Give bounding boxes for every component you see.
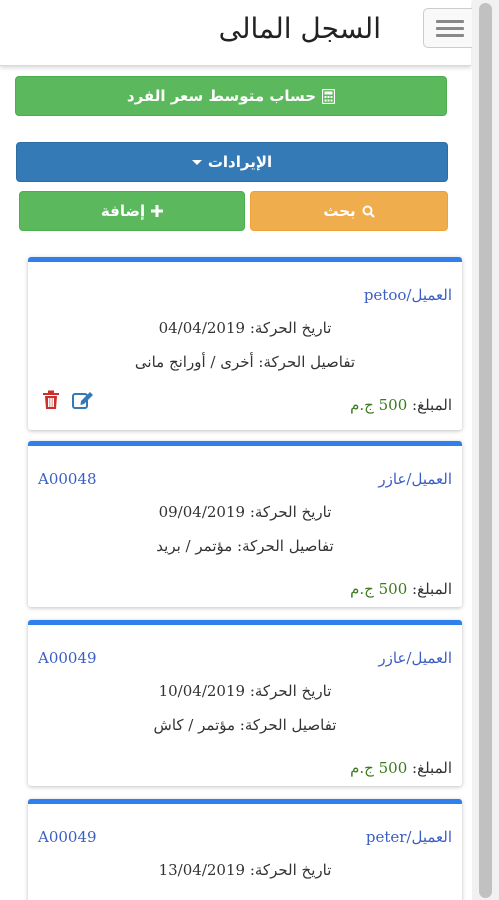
- add-label: إضافة: [100, 202, 146, 220]
- transaction-amount: المبلغ: 500 ج.م: [350, 759, 452, 777]
- client-name[interactable]: العميل/petoo: [364, 286, 452, 304]
- amount-value: 500 ج.م: [350, 580, 408, 598]
- scrollbar-thumb[interactable]: [479, 3, 492, 898]
- scrollbar[interactable]: [472, 0, 499, 900]
- client-code: A00048: [38, 470, 97, 488]
- search-button[interactable]: بحث: [250, 191, 448, 231]
- trash-icon[interactable]: [42, 390, 60, 410]
- income-dropdown-button[interactable]: الإيرادات: [16, 142, 448, 182]
- client-name[interactable]: العميل/عازر: [378, 470, 452, 488]
- transaction-card: العميل/عازر A00048 تاريخ الحركة: 09/04/2…: [28, 441, 462, 607]
- average-price-label: حساب متوسط سعر الفرد: [126, 87, 317, 105]
- amount-value: 500 ج.م: [350, 759, 408, 777]
- edit-icon[interactable]: [72, 390, 94, 410]
- transaction-details: تفاصيل الحركة: أخرى / أورانج مانى: [134, 353, 356, 371]
- transaction-date: تاريخ الحركة: 13/04/2019: [158, 861, 332, 879]
- amount-label: المبلغ:: [412, 580, 452, 598]
- transaction-details: تفاصيل الحركة: مؤتمر / كاش: [153, 716, 337, 734]
- plus-icon: [151, 205, 164, 217]
- search-label: بحث: [323, 202, 356, 220]
- transaction-date: تاريخ الحركة: 04/04/2019: [158, 319, 332, 337]
- amount-label: المبلغ:: [412, 759, 452, 777]
- client-name[interactable]: العميل/peter: [366, 828, 452, 846]
- add-button[interactable]: إضافة: [19, 191, 245, 231]
- amount-label: المبلغ:: [412, 396, 452, 414]
- client-code: A00049: [38, 649, 97, 667]
- transaction-card: العميل/petoo تاريخ الحركة: 04/04/2019 تف…: [28, 257, 462, 430]
- income-label: الإيرادات: [207, 153, 273, 171]
- transaction-card: العميل/peter A00049 تاريخ الحركة: 13/04/…: [28, 799, 462, 900]
- transaction-date: تاريخ الحركة: 10/04/2019: [158, 682, 332, 700]
- transaction-card: العميل/عازر A00049 تاريخ الحركة: 10/04/2…: [28, 620, 462, 786]
- transaction-amount: المبلغ: 500 ج.م: [350, 396, 452, 414]
- transaction-date: تاريخ الحركة: 09/04/2019: [158, 503, 332, 521]
- client-name[interactable]: العميل/عازر: [378, 649, 452, 667]
- calculator-icon: [322, 88, 336, 104]
- app-header: السجل المالى: [0, 0, 476, 66]
- card-actions: [42, 390, 94, 410]
- transaction-details: تفاصيل الحركة: مؤتمر / بريد: [156, 537, 334, 555]
- amount-value: 500 ج.م: [350, 396, 408, 414]
- average-price-button[interactable]: حساب متوسط سعر الفرد: [15, 76, 447, 116]
- search-icon: [362, 205, 375, 218]
- client-code: A00049: [38, 828, 97, 846]
- transaction-amount: المبلغ: 500 ج.م: [350, 580, 452, 598]
- hamburger-icon[interactable]: [423, 8, 476, 48]
- caret-down-icon: [191, 159, 202, 165]
- page-title: السجل المالى: [218, 12, 381, 45]
